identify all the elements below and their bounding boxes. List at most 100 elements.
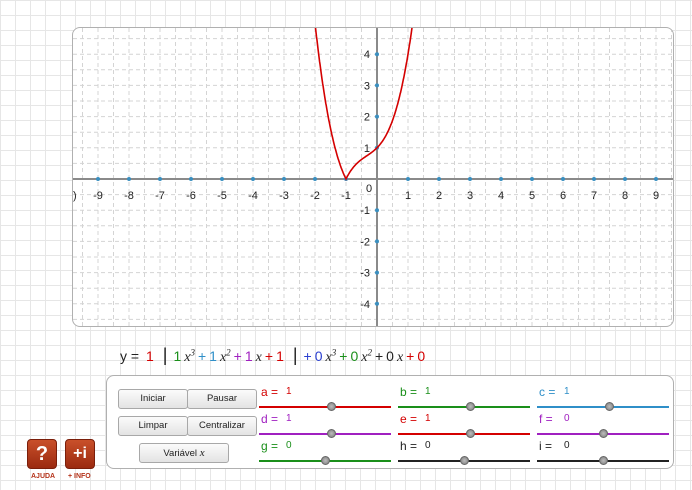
slider-e[interactable]: e = 1: [398, 410, 530, 438]
y-tick-label: -4: [360, 299, 370, 311]
x-tick-label: -8: [124, 190, 134, 202]
x-tick-label: 7: [591, 190, 597, 202]
y-tick-dot: [375, 83, 379, 88]
slider-a-label: a =: [261, 385, 279, 399]
slider-d[interactable]: d = 1: [259, 410, 391, 438]
formula-term: 1: [173, 348, 182, 364]
x-tick-label: 4: [498, 190, 504, 202]
slider-g[interactable]: g = 0: [259, 437, 391, 465]
x-tick-dot: [158, 177, 162, 181]
x-tick-label: 8: [622, 190, 628, 202]
slider-h-label: h =: [400, 439, 418, 453]
y-tick-label: -1: [360, 205, 370, 217]
x-tick-label: 9: [653, 190, 659, 202]
slider-g-label: g =: [261, 439, 279, 453]
slider-h[interactable]: h = 0: [398, 437, 530, 465]
slider-i-value: 0: [564, 440, 570, 451]
slider-g-knob[interactable]: [320, 456, 330, 465]
slider-c-value: 1: [564, 386, 570, 397]
slider-d-value: 1: [286, 413, 292, 424]
x-tick-label: -9: [93, 190, 103, 202]
x-tick-label: -7: [155, 190, 165, 202]
info-icon[interactable]: +i: [65, 439, 95, 469]
slider-f-label: f =: [539, 412, 553, 426]
y-tick-label: 4: [364, 49, 370, 61]
x-tick-dot: [654, 177, 658, 181]
slider-i[interactable]: i = 0: [537, 437, 669, 465]
formula-term: +: [233, 348, 242, 364]
pausar-button[interactable]: Pausar: [187, 389, 257, 409]
y-tick-dot: [375, 208, 379, 213]
slider-h-value: 0: [425, 440, 431, 451]
x-tick-dot: [282, 177, 286, 181]
slider-b-value: 1: [425, 386, 431, 397]
y-tick-dot: [375, 239, 379, 244]
formula-variable: x: [255, 350, 262, 365]
formula-term: +: [374, 348, 384, 364]
graph-panel[interactable]: -9 -8 -7 -6 -5 -4 -3 -2 -1 1 2 3 4 5 6 7 8 9 0) -4 -3 -2 -1 1 2 3…: [72, 27, 674, 327]
y-tick-dot: [375, 301, 379, 306]
formula-term: +: [303, 348, 312, 364]
formula-term: y =: [120, 348, 143, 364]
y-tick-dot: [375, 52, 379, 57]
slider-b-track[interactable]: [398, 406, 530, 408]
variavel-x: x: [199, 447, 205, 459]
slider-e-track[interactable]: [398, 433, 530, 435]
formula-term: +: [339, 348, 348, 364]
formula-exponent: 3: [190, 347, 195, 358]
y-tick-label: -3: [360, 268, 370, 280]
y-tick-dot: [375, 270, 379, 275]
help-icon[interactable]: ?: [27, 439, 57, 469]
x-tick-dot: [499, 177, 503, 181]
x-tick-label: 3: [467, 190, 473, 202]
formula-term: 0: [386, 348, 394, 364]
slider-a-value: 1: [286, 386, 292, 397]
y-tick-dot: [375, 114, 379, 119]
x-tick-label: -3: [279, 190, 289, 202]
x-tick-label: 2: [436, 190, 442, 202]
slider-d-track[interactable]: [259, 433, 391, 435]
formula-variable: x2: [361, 347, 372, 365]
formula-variable: x3: [325, 347, 337, 365]
formula-term: |: [162, 345, 168, 365]
x-tick-label: -6: [186, 190, 196, 202]
x-tick-label: -4: [248, 190, 258, 202]
x-tick-dot: [127, 177, 131, 181]
slider-a-track[interactable]: [259, 406, 391, 408]
slider-i-label: i =: [539, 439, 553, 453]
x-tick-dot: [251, 177, 255, 181]
slider-h-knob[interactable]: [459, 456, 469, 465]
function-formula: y = 1 | 1 x3 +1 x2 +1 x +1 | +0 x3 +0 x2 +0 x +0: [120, 345, 428, 365]
formula-term: 0: [314, 348, 323, 364]
iniciar-button[interactable]: Iniciar: [118, 389, 188, 409]
slider-i-knob[interactable]: [598, 456, 608, 465]
slider-c-track[interactable]: [537, 406, 669, 408]
slider-d-label: d =: [261, 412, 279, 426]
x-tick-label: 6: [560, 190, 566, 202]
graph-canvas[interactable]: -9 -8 -7 -6 -5 -4 -3 -2 -1 1 2 3 4 5 6 7 8 9 0) -4 -3 -2 -1 1 2 3…: [73, 28, 673, 326]
slider-b[interactable]: b = 1: [398, 383, 530, 411]
formula-term: |: [292, 345, 298, 365]
variavel-label: Variável: [163, 448, 198, 459]
x-tick-dot: [592, 177, 596, 181]
formula-term: 1: [145, 348, 154, 364]
slider-a[interactable]: a = 1: [259, 383, 391, 411]
slider-f[interactable]: f = 0: [537, 410, 669, 438]
limpar-button[interactable]: Limpar: [118, 416, 188, 436]
x-tick-dot: [623, 177, 627, 181]
centralizar-button[interactable]: Centralizar: [187, 416, 257, 436]
slider-c[interactable]: c = 1: [537, 383, 669, 411]
formula-variable: x: [396, 350, 404, 365]
x-tick-label: 1: [405, 190, 411, 202]
variavel-button[interactable]: Variável x: [139, 443, 229, 463]
formula-exponent: 3: [331, 347, 337, 358]
formula-variable: x3: [184, 347, 195, 365]
origin-label: 0: [366, 183, 372, 195]
x-tick-label: 5: [529, 190, 535, 202]
info-label: + INFO: [68, 473, 91, 480]
slider-g-value: 0: [286, 440, 292, 451]
x-edge-label: ): [73, 190, 77, 202]
x-tick-label: -1: [341, 190, 351, 202]
formula-term: +: [406, 348, 415, 364]
x-tick-label: -2: [310, 190, 320, 202]
